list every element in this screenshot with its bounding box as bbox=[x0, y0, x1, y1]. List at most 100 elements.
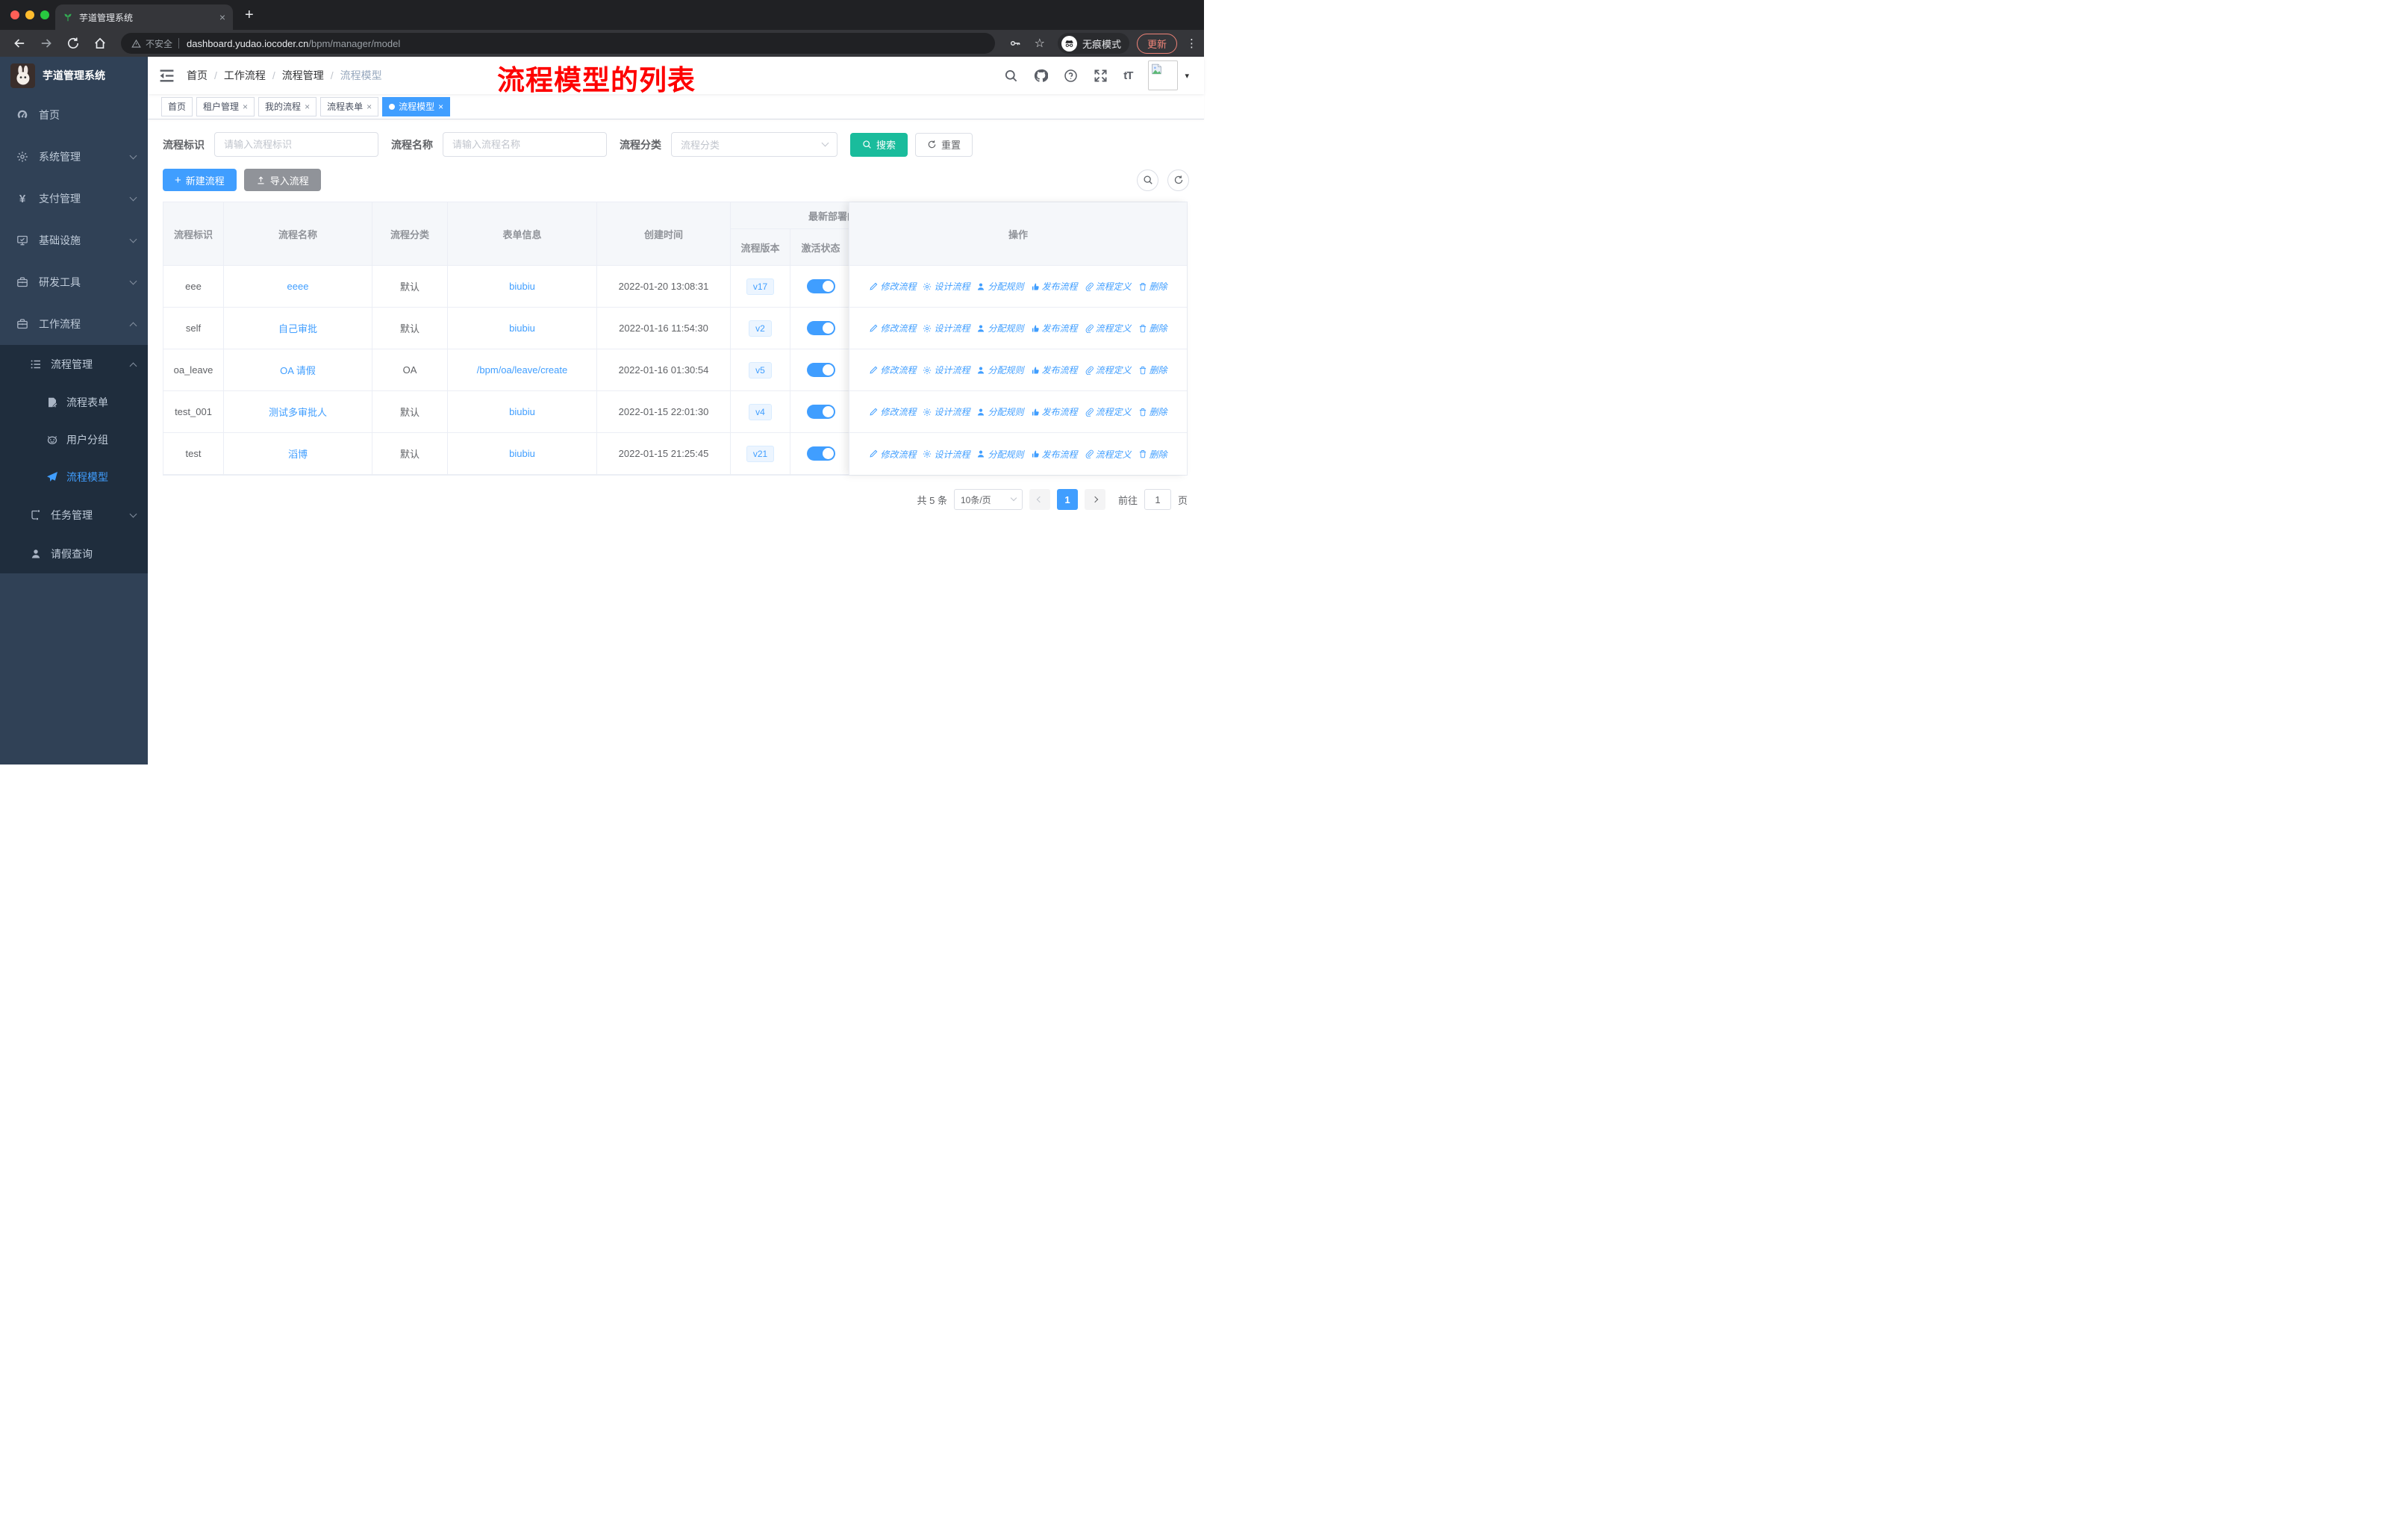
version-badge[interactable]: v4 bbox=[749, 403, 772, 420]
form-info-link[interactable]: /bpm/oa/leave/create bbox=[477, 364, 567, 376]
active-toggle[interactable] bbox=[806, 321, 835, 335]
browser-menu-icon[interactable]: ⋮ bbox=[1186, 37, 1197, 50]
sidebar-item-dev-tools[interactable]: 研发工具 bbox=[0, 261, 148, 303]
delete-link[interactable]: 删除 bbox=[1138, 364, 1167, 376]
active-toggle[interactable] bbox=[806, 405, 835, 419]
github-icon[interactable] bbox=[1034, 69, 1048, 83]
avatar-caret-icon[interactable]: ▾ bbox=[1185, 71, 1189, 81]
modify-process-link[interactable]: 修改流程 bbox=[869, 448, 916, 461]
assign-rule-link[interactable]: 分配规则 bbox=[976, 322, 1024, 334]
version-badge[interactable]: v5 bbox=[749, 361, 772, 379]
design-process-link[interactable]: 设计流程 bbox=[923, 364, 970, 376]
delete-link[interactable]: 删除 bbox=[1138, 448, 1167, 461]
breadcrumb-process-mgmt[interactable]: 流程管理 bbox=[282, 68, 324, 83]
sidebar-collapse-icon[interactable] bbox=[159, 69, 175, 83]
design-process-link[interactable]: 设计流程 bbox=[923, 280, 970, 293]
version-badge[interactable]: v21 bbox=[746, 445, 775, 462]
process-definition-link[interactable]: 流程定义 bbox=[1085, 322, 1132, 334]
active-toggle[interactable] bbox=[806, 363, 835, 377]
minimize-window-button[interactable] bbox=[25, 10, 34, 19]
delete-link[interactable]: 删除 bbox=[1138, 322, 1167, 334]
publish-process-link[interactable]: 发布流程 bbox=[1031, 322, 1078, 334]
tag-process-model[interactable]: 流程模型 × bbox=[382, 96, 451, 116]
reload-icon[interactable] bbox=[66, 37, 80, 50]
design-process-link[interactable]: 设计流程 bbox=[923, 322, 970, 334]
search-button[interactable]: 搜索 bbox=[850, 132, 908, 157]
process-id-input[interactable] bbox=[214, 132, 378, 157]
process-name-input[interactable] bbox=[443, 132, 607, 157]
delete-link[interactable]: 删除 bbox=[1138, 280, 1167, 293]
publish-process-link[interactable]: 发布流程 bbox=[1031, 405, 1078, 418]
key-icon[interactable] bbox=[1009, 37, 1021, 49]
window-controls[interactable] bbox=[10, 10, 49, 19]
tab-close-icon[interactable]: × bbox=[219, 11, 225, 23]
breadcrumb-workflow[interactable]: 工作流程 bbox=[224, 68, 266, 83]
update-button[interactable]: 更新 bbox=[1136, 33, 1177, 54]
create-process-button[interactable]: + 新建流程 bbox=[163, 169, 237, 191]
prev-page-button[interactable] bbox=[1029, 489, 1050, 510]
bookmark-star-icon[interactable]: ☆ bbox=[1035, 36, 1045, 51]
delete-link[interactable]: 删除 bbox=[1138, 405, 1167, 418]
process-category-select[interactable]: 流程分类 bbox=[671, 132, 838, 157]
forward-icon[interactable] bbox=[40, 37, 53, 50]
tag-home[interactable]: 首页 bbox=[161, 96, 193, 116]
process-definition-link[interactable]: 流程定义 bbox=[1085, 280, 1132, 293]
sidebar-item-infrastructure[interactable]: 基础设施 bbox=[0, 219, 148, 261]
refresh-table-button[interactable] bbox=[1167, 169, 1189, 191]
active-toggle[interactable] bbox=[806, 279, 835, 293]
process-name-link[interactable]: 测试多审批人 bbox=[269, 405, 327, 419]
assign-rule-link[interactable]: 分配规则 bbox=[976, 448, 1024, 461]
sidebar-item-task-mgmt[interactable]: 任务管理 bbox=[0, 496, 148, 535]
sidebar-item-payment-mgmt[interactable]: ¥ 支付管理 bbox=[0, 178, 148, 219]
next-page-button[interactable] bbox=[1084, 489, 1105, 510]
sidebar-item-process-mgmt[interactable]: 流程管理 bbox=[0, 345, 148, 384]
publish-process-link[interactable]: 发布流程 bbox=[1031, 280, 1078, 293]
browser-tab[interactable]: 芋道管理系统 × bbox=[55, 4, 233, 30]
version-badge[interactable]: v17 bbox=[746, 278, 775, 295]
process-definition-link[interactable]: 流程定义 bbox=[1085, 405, 1132, 418]
publish-process-link[interactable]: 发布流程 bbox=[1031, 364, 1078, 376]
process-definition-link[interactable]: 流程定义 bbox=[1085, 364, 1132, 376]
back-icon[interactable] bbox=[13, 37, 26, 50]
sidebar-item-process-model[interactable]: 流程模型 bbox=[0, 458, 148, 496]
close-icon[interactable]: × bbox=[243, 102, 248, 112]
assign-rule-link[interactable]: 分配规则 bbox=[976, 280, 1024, 293]
process-name-link[interactable]: 自己审批 bbox=[278, 321, 317, 335]
close-window-button[interactable] bbox=[10, 10, 19, 19]
modify-process-link[interactable]: 修改流程 bbox=[869, 405, 916, 418]
sidebar-item-process-form[interactable]: 流程表单 bbox=[0, 384, 148, 421]
process-name-link[interactable]: 滔博 bbox=[288, 446, 308, 461]
tag-my-process[interactable]: 我的流程 × bbox=[258, 96, 317, 116]
goto-page-input[interactable] bbox=[1144, 489, 1171, 510]
close-icon[interactable]: × bbox=[366, 102, 372, 112]
design-process-link[interactable]: 设计流程 bbox=[923, 405, 970, 418]
sidebar-item-workflow[interactable]: 工作流程 bbox=[0, 303, 148, 345]
modify-process-link[interactable]: 修改流程 bbox=[869, 364, 916, 376]
form-info-link[interactable]: biubiu bbox=[509, 448, 535, 459]
avatar[interactable] bbox=[1148, 60, 1179, 90]
process-name-link[interactable]: OA 请假 bbox=[280, 363, 316, 377]
show-search-button[interactable] bbox=[1137, 169, 1158, 191]
form-info-link[interactable]: biubiu bbox=[509, 323, 535, 334]
help-icon[interactable] bbox=[1064, 69, 1078, 83]
assign-rule-link[interactable]: 分配规则 bbox=[976, 405, 1024, 418]
new-tab-button[interactable]: + bbox=[245, 7, 254, 24]
sidebar-item-home[interactable]: 首页 bbox=[0, 94, 148, 136]
form-info-link[interactable]: biubiu bbox=[509, 406, 535, 417]
version-badge[interactable]: v2 bbox=[749, 320, 772, 337]
active-toggle[interactable] bbox=[806, 446, 835, 461]
import-process-button[interactable]: 导入流程 bbox=[243, 169, 321, 191]
search-icon[interactable] bbox=[1004, 69, 1018, 83]
current-page-button[interactable]: 1 bbox=[1056, 489, 1078, 510]
tag-process-form[interactable]: 流程表单 × bbox=[320, 96, 379, 116]
process-name-link[interactable]: eeee bbox=[287, 281, 309, 292]
close-icon[interactable]: × bbox=[305, 102, 310, 112]
font-size-icon[interactable]: tT bbox=[1123, 69, 1133, 82]
design-process-link[interactable]: 设计流程 bbox=[923, 448, 970, 461]
reset-button[interactable]: 重置 bbox=[915, 132, 973, 157]
page-size-select[interactable]: 10条/页 bbox=[953, 489, 1023, 510]
zoom-window-button[interactable] bbox=[40, 10, 49, 19]
modify-process-link[interactable]: 修改流程 bbox=[869, 280, 916, 293]
sidebar-item-user-group[interactable]: 用户分组 bbox=[0, 421, 148, 458]
sidebar-item-leave-query[interactable]: 请假查询 bbox=[0, 535, 148, 573]
